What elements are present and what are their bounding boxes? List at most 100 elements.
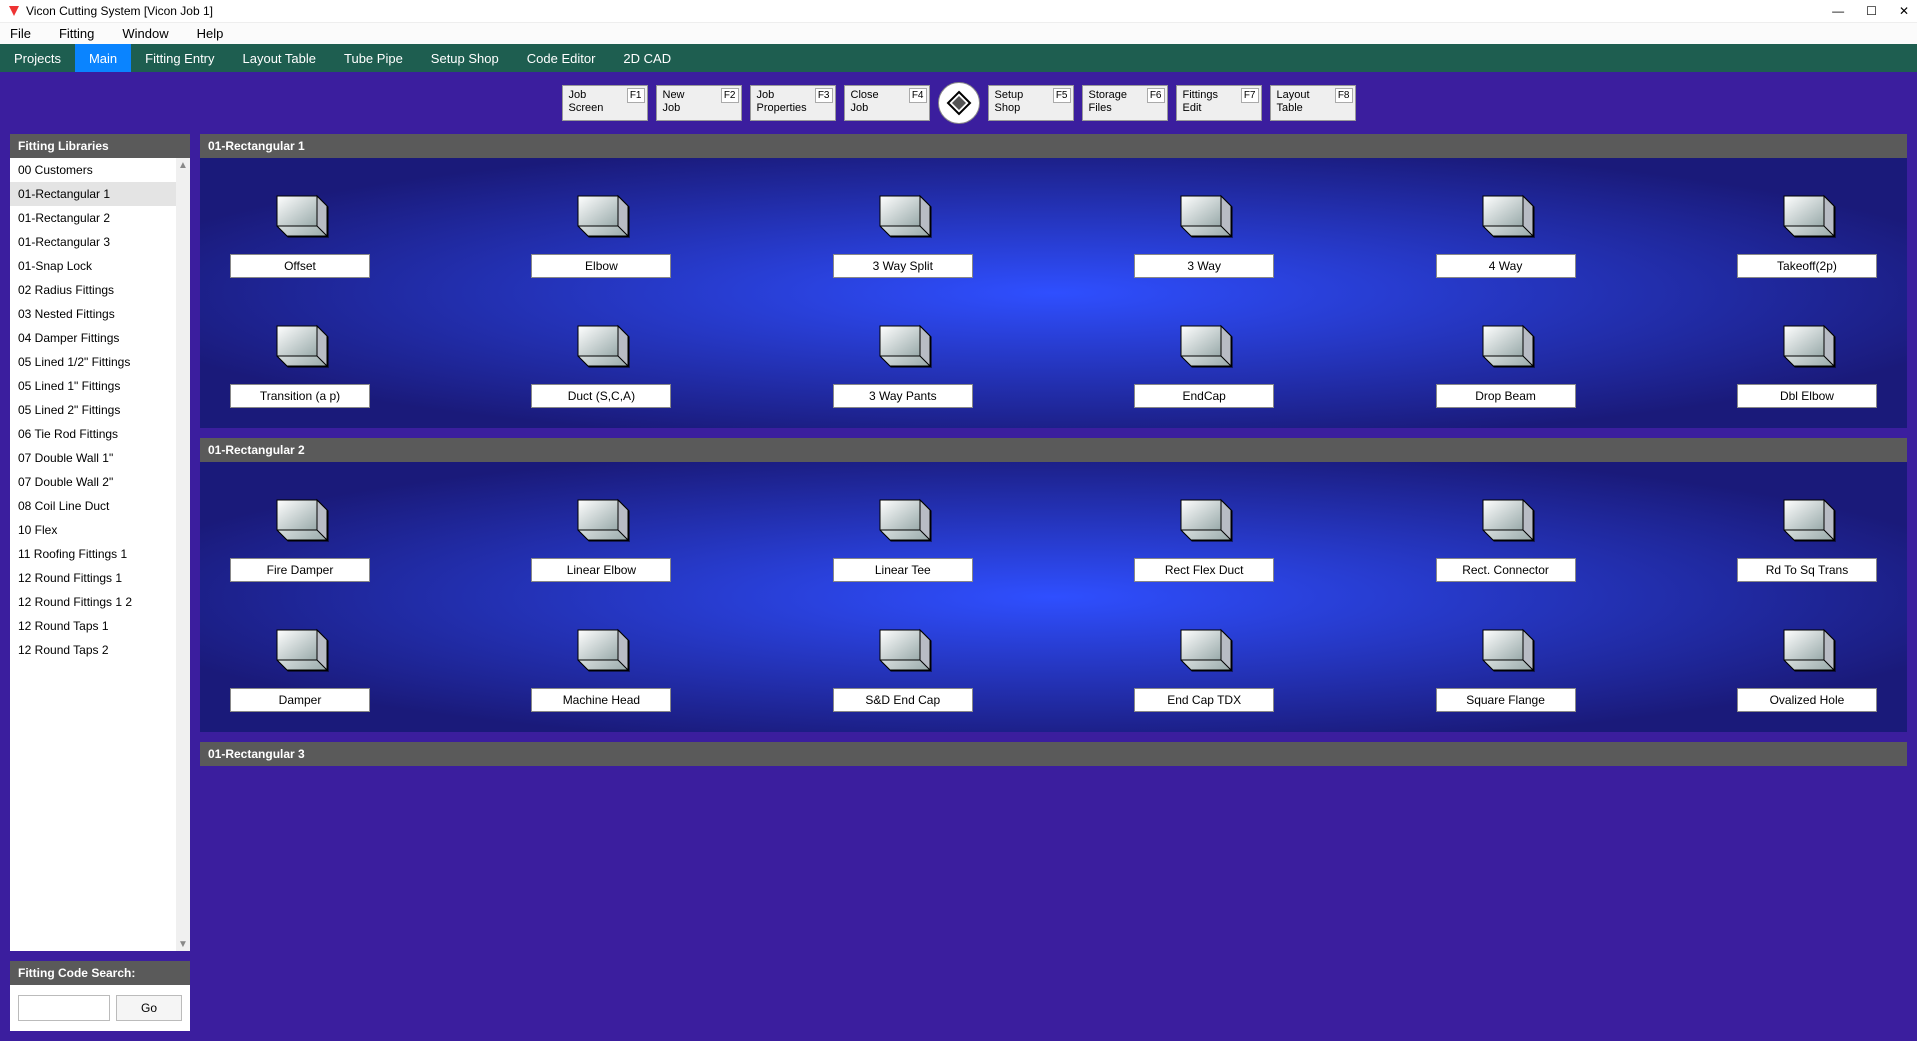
fitting-thumbnail <box>260 308 340 378</box>
library-item[interactable]: 08 Coil Line Duct <box>10 494 176 518</box>
library-item[interactable]: 05 Lined 1" Fittings <box>10 374 176 398</box>
fkey-f3-button[interactable]: JobPropertiesF3 <box>750 85 836 121</box>
fitting-card[interactable]: Machine Head <box>531 612 671 712</box>
scroll-down-icon[interactable]: ▼ <box>176 937 190 951</box>
fitting-card[interactable]: Takeoff(2p) <box>1737 178 1877 278</box>
tab-projects[interactable]: Projects <box>0 44 75 72</box>
menu-help[interactable]: Help <box>197 26 224 41</box>
library-item[interactable]: 05 Lined 2" Fittings <box>10 398 176 422</box>
library-item[interactable]: 07 Double Wall 1" <box>10 446 176 470</box>
fitting-thumbnail <box>863 178 943 248</box>
fitting-thumbnail <box>1767 308 1847 378</box>
scroll-up-icon[interactable]: ▲ <box>176 158 190 172</box>
fitting-thumbnail <box>561 178 641 248</box>
tab-code-editor[interactable]: Code Editor <box>513 44 610 72</box>
library-item[interactable]: 00 Customers <box>10 158 176 182</box>
fitting-card[interactable]: 4 Way <box>1436 178 1576 278</box>
section-header: 01-Rectangular 1 <box>200 134 1907 158</box>
fitting-label: Dbl Elbow <box>1737 384 1877 408</box>
fitting-card[interactable]: S&D End Cap <box>833 612 973 712</box>
home-button[interactable] <box>938 82 980 124</box>
fitting-thumbnail <box>1466 308 1546 378</box>
fkey-f5-button[interactable]: SetupShopF5 <box>988 85 1074 121</box>
fitting-card[interactable]: 3 Way <box>1134 178 1274 278</box>
fitting-section: 01-Rectangular 3 <box>200 742 1907 766</box>
fitting-search-go-button[interactable]: Go <box>116 995 182 1021</box>
fitting-card[interactable]: Elbow <box>531 178 671 278</box>
fitting-card[interactable]: Square Flange <box>1436 612 1576 712</box>
library-item[interactable]: 01-Rectangular 3 <box>10 230 176 254</box>
tab-fitting-entry[interactable]: Fitting Entry <box>131 44 228 72</box>
fitting-section: 01-Rectangular 1 Offset Elbow 3 Way Spli… <box>200 134 1907 428</box>
menu-window[interactable]: Window <box>122 26 168 41</box>
fkey-f7-button[interactable]: FittingsEditF7 <box>1176 85 1262 121</box>
tab-setup-shop[interactable]: Setup Shop <box>417 44 513 72</box>
fitting-thumbnail <box>561 612 641 682</box>
fitting-card[interactable]: Offset <box>230 178 370 278</box>
fitting-thumbnail <box>1466 612 1546 682</box>
library-item[interactable]: 01-Snap Lock <box>10 254 176 278</box>
fitting-card[interactable]: Transition (a p) <box>230 308 370 408</box>
library-item[interactable]: 03 Nested Fittings <box>10 302 176 326</box>
fitting-card[interactable]: Fire Damper <box>230 482 370 582</box>
library-item[interactable]: 10 Flex <box>10 518 176 542</box>
fitting-card[interactable]: Rect. Connector <box>1436 482 1576 582</box>
library-item[interactable]: 12 Round Fittings 1 <box>10 566 176 590</box>
fitting-thumbnail <box>863 308 943 378</box>
fitting-thumbnail <box>1767 482 1847 552</box>
fkey-f4-button[interactable]: CloseJobF4 <box>844 85 930 121</box>
fitting-thumbnail <box>1466 178 1546 248</box>
fitting-card[interactable]: Ovalized Hole <box>1737 612 1877 712</box>
fitting-card[interactable]: End Cap TDX <box>1134 612 1274 712</box>
fkey-f2-button[interactable]: NewJobF2 <box>656 85 742 121</box>
fitting-card[interactable]: Linear Elbow <box>531 482 671 582</box>
fkey-f6-button[interactable]: StorageFilesF6 <box>1082 85 1168 121</box>
tab-layout-table[interactable]: Layout Table <box>229 44 331 72</box>
library-item[interactable]: 12 Round Taps 1 <box>10 614 176 638</box>
fitting-card[interactable]: Dbl Elbow <box>1737 308 1877 408</box>
window-close-button[interactable]: ✕ <box>1899 4 1909 18</box>
library-item[interactable]: 04 Damper Fittings <box>10 326 176 350</box>
fitting-label: 3 Way <box>1134 254 1274 278</box>
tabbar: Projects Main Fitting Entry Layout Table… <box>0 44 1917 72</box>
tab-main[interactable]: Main <box>75 44 131 72</box>
library-item[interactable]: 02 Radius Fittings <box>10 278 176 302</box>
window-minimize-button[interactable]: — <box>1832 4 1844 18</box>
fitting-card[interactable]: Duct (S,C,A) <box>531 308 671 408</box>
library-item[interactable]: 05 Lined 1/2" Fittings <box>10 350 176 374</box>
fitting-search-input[interactable] <box>18 995 110 1021</box>
fkey-f8-button[interactable]: LayoutTableF8 <box>1270 85 1356 121</box>
sidebar-scrollbar[interactable]: ▲ ▼ <box>176 158 190 951</box>
library-item[interactable]: 11 Roofing Fittings 1 <box>10 542 176 566</box>
menu-file[interactable]: File <box>10 26 31 41</box>
fitting-card[interactable]: Rect Flex Duct <box>1134 482 1274 582</box>
fitting-card[interactable]: Rd To Sq Trans <box>1737 482 1877 582</box>
fitting-thumbnail <box>1767 612 1847 682</box>
fitting-thumbnail <box>863 482 943 552</box>
section-header: 01-Rectangular 3 <box>200 742 1907 766</box>
menu-fitting[interactable]: Fitting <box>59 26 94 41</box>
fitting-card[interactable]: Linear Tee <box>833 482 973 582</box>
library-item[interactable]: 01-Rectangular 2 <box>10 206 176 230</box>
fitting-label: Linear Elbow <box>531 558 671 582</box>
fitting-card[interactable]: EndCap <box>1134 308 1274 408</box>
window-maximize-button[interactable]: ☐ <box>1866 4 1877 18</box>
fitting-card[interactable]: 3 Way Pants <box>833 308 973 408</box>
library-item[interactable]: 06 Tie Rod Fittings <box>10 422 176 446</box>
fkey-f1-button[interactable]: JobScreenF1 <box>562 85 648 121</box>
fitting-card[interactable]: 3 Way Split <box>833 178 973 278</box>
library-item[interactable]: 01-Rectangular 1 <box>10 182 176 206</box>
window-title: Vicon Cutting System [Vicon Job 1] <box>26 4 1832 18</box>
fitting-card[interactable]: Damper <box>230 612 370 712</box>
fitting-label: Drop Beam <box>1436 384 1576 408</box>
fitting-label: Offset <box>230 254 370 278</box>
tab-2d-cad[interactable]: 2D CAD <box>609 44 685 72</box>
fitting-thumbnail <box>1767 178 1847 248</box>
tab-tube-pipe[interactable]: Tube Pipe <box>330 44 417 72</box>
app-icon <box>8 5 20 17</box>
fitting-thumbnail <box>863 612 943 682</box>
library-item[interactable]: 07 Double Wall 2" <box>10 470 176 494</box>
library-item[interactable]: 12 Round Taps 2 <box>10 638 176 662</box>
library-item[interactable]: 12 Round Fittings 1 2 <box>10 590 176 614</box>
fitting-card[interactable]: Drop Beam <box>1436 308 1576 408</box>
